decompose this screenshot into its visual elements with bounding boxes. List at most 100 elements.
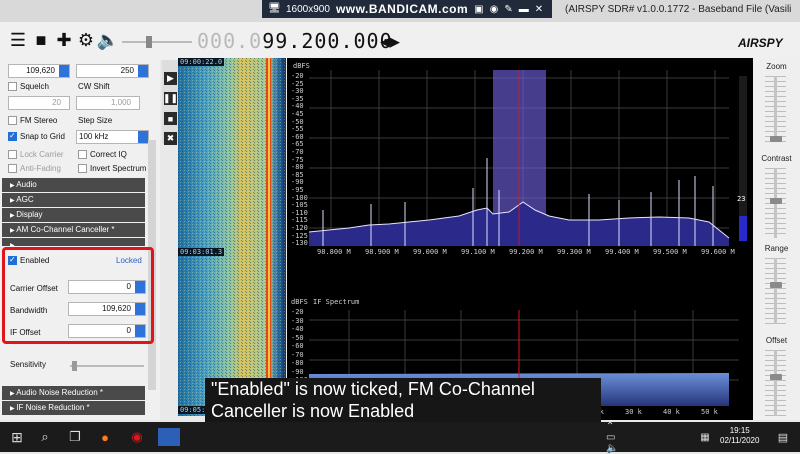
squelch-row[interactable]: Squelch [8, 82, 49, 91]
close-icon[interactable]: ✕ [535, 4, 543, 15]
section-am-co-channel[interactable]: AM Co-Channel Canceller * [2, 223, 145, 237]
toolbar: ☰ ■ ✚ ⚙ 🔈 [0, 22, 800, 60]
invert-spectrum-checkbox[interactable] [78, 164, 87, 173]
spectrum-x-tick: 99.300 M [557, 248, 591, 256]
stop-icon[interactable]: ■ [164, 112, 177, 125]
anti-fading-label: Anti-Fading [20, 164, 61, 173]
section-display[interactable]: Display [2, 208, 145, 222]
section-fm-co-channel[interactable] [2, 238, 145, 246]
resolution-text: 1600x900 [286, 3, 330, 15]
taskbar-clock[interactable]: 19:15 02/11/2020 [720, 426, 759, 446]
contrast-label: Contrast [761, 154, 792, 163]
anti-fading-checkbox[interactable] [8, 164, 17, 173]
gear-icon[interactable]: ⚙ [76, 30, 96, 50]
volume-slider[interactable] [122, 36, 192, 48]
correct-iq-checkbox[interactable] [78, 150, 87, 159]
volume-knob[interactable] [146, 36, 152, 48]
step-size-select[interactable]: 100 kHz [76, 130, 149, 144]
if-spectrum-y-tick: -20 [291, 308, 304, 316]
notification-icons[interactable]: ⌃ ▭ 🔈 [606, 421, 624, 454]
contrast-knob[interactable] [770, 198, 782, 204]
if-spectrum-unit: dBFS [291, 298, 308, 306]
spectrum-display[interactable]: dBFS -20 -25 -30 -35 -40 -45 -50 -55 -60 -65 -70 -7… [287, 58, 753, 262]
clock-date: 02/11/2020 [720, 436, 760, 445]
section-if-noise-reduction[interactable]: IF Noise Reduction * [2, 401, 145, 415]
bandicam-icon[interactable]: ◉ [128, 428, 146, 446]
pen-icon[interactable]: ✎ [504, 4, 512, 15]
pause-icon[interactable]: ❚❚ [163, 92, 178, 105]
action-center-icon[interactable]: ▤ [774, 428, 792, 446]
lock-carrier-row[interactable]: Lock Carrier [8, 150, 64, 159]
minimize-icon[interactable]: ▬ [519, 4, 529, 15]
range-knob[interactable] [770, 282, 782, 288]
spectrum-y-tick: -130 [291, 239, 308, 248]
sensitivity-knob[interactable] [72, 361, 77, 371]
if-spectrum-x-tick: 30 k [625, 408, 642, 416]
tools-icon[interactable]: ✖ [164, 132, 177, 145]
section-audio[interactable]: Audio [2, 178, 145, 192]
step-size-value: 100 kHz [79, 132, 109, 141]
spinner-icon[interactable] [138, 65, 148, 77]
splitter[interactable] [287, 262, 753, 294]
camera-icon[interactable]: ◉ [490, 4, 499, 15]
range-slider[interactable] [774, 258, 777, 324]
waterfall-display[interactable]: 09:00:22.0 09:03:01.3 09:05:1 [178, 58, 286, 416]
snap-to-grid-label: Snap to Grid [20, 132, 65, 141]
correct-iq-row[interactable]: Correct IQ [78, 150, 127, 159]
zoom-slider[interactable] [774, 76, 777, 142]
step-top-field[interactable]: 250 [76, 64, 149, 78]
spectrum-x-tick: 99.600 M [701, 248, 735, 256]
play-icon[interactable]: ▶ [164, 72, 177, 85]
if-spectrum-y-tick: -40 [291, 325, 304, 333]
left-panel: 109,620 250 Squelch CW Shift 20 1,000 FM… [0, 60, 160, 420]
subtitle-line-2: Canceller is now Enabled [211, 401, 415, 421]
sensitivity-label: Sensitivity [10, 360, 47, 369]
menu-icon[interactable]: ☰ [8, 30, 28, 50]
speaker-icon[interactable]: 🔈 [97, 30, 119, 50]
section-agc[interactable]: AGC [2, 193, 145, 207]
frequency-display[interactable]: 000.099.200.000 [197, 29, 393, 53]
lock-carrier-checkbox[interactable] [8, 150, 17, 159]
squelch-field[interactable]: 20 [8, 96, 70, 110]
waterfall-timestamp: 09:00:22.0 [178, 58, 225, 66]
stop-icon[interactable]: ■ [31, 30, 51, 50]
offset-knob[interactable] [770, 374, 782, 380]
fm-stereo-checkbox[interactable] [8, 116, 17, 125]
section-audio-noise-reduction[interactable]: Audio Noise Reduction * [2, 386, 145, 400]
squelch-checkbox[interactable] [8, 82, 17, 91]
folder-icon[interactable]: ▣ [474, 4, 483, 15]
sensitivity-slider[interactable] [70, 361, 144, 371]
fm-stereo-label: FM Stereo [20, 116, 58, 125]
windows-start-icon[interactable]: ⊞ [8, 428, 26, 446]
cw-shift-field[interactable]: 1,000 [76, 96, 140, 110]
task-view-icon[interactable]: ❐ [66, 428, 84, 446]
if-spectrum-y-tick: -30 [291, 316, 304, 325]
airspy-logo: AIRSPY [738, 36, 783, 50]
invert-spectrum-row[interactable]: Invert Spectrum [78, 164, 146, 173]
spectrum-unit: dBFS [293, 62, 310, 70]
level-meter-fill [739, 216, 747, 241]
if-spectrum-y-tick: -90 [291, 367, 304, 376]
if-spectrum-y-tick: -60 [291, 342, 304, 350]
correct-iq-label: Correct IQ [90, 150, 127, 159]
offset-slider[interactable] [774, 350, 777, 416]
search-icon[interactable]: ⌕ [36, 428, 54, 446]
waterfall-timestamp: 09:03:01.3 [178, 248, 225, 256]
zoom-knob[interactable] [770, 136, 782, 142]
snap-to-grid-checkbox[interactable] [8, 131, 17, 141]
keyboard-icon[interactable]: ▦ [696, 428, 714, 446]
monitor-icon: 🖥 [268, 3, 281, 14]
right-panel: Zoom Contrast Range Offset [753, 58, 800, 420]
bandwidth-top-field[interactable]: 109,620 [8, 64, 70, 78]
snap-to-grid-row[interactable]: Snap to Grid [8, 131, 65, 141]
spinner-icon[interactable] [59, 65, 69, 77]
spectrum-x-tick: 99.400 M [605, 248, 639, 256]
fm-stereo-row[interactable]: FM Stereo [8, 116, 57, 125]
add-icon[interactable]: ✚ [54, 30, 74, 50]
step-size-label: Step Size [78, 116, 113, 125]
anti-fading-row[interactable]: Anti-Fading [8, 164, 61, 173]
firefox-icon[interactable]: ● [96, 428, 114, 446]
chevron-down-icon[interactable] [138, 131, 148, 143]
sdrsharp-icon[interactable] [158, 428, 180, 446]
swap-arrows-icon[interactable]: ◀▶ [380, 34, 400, 50]
